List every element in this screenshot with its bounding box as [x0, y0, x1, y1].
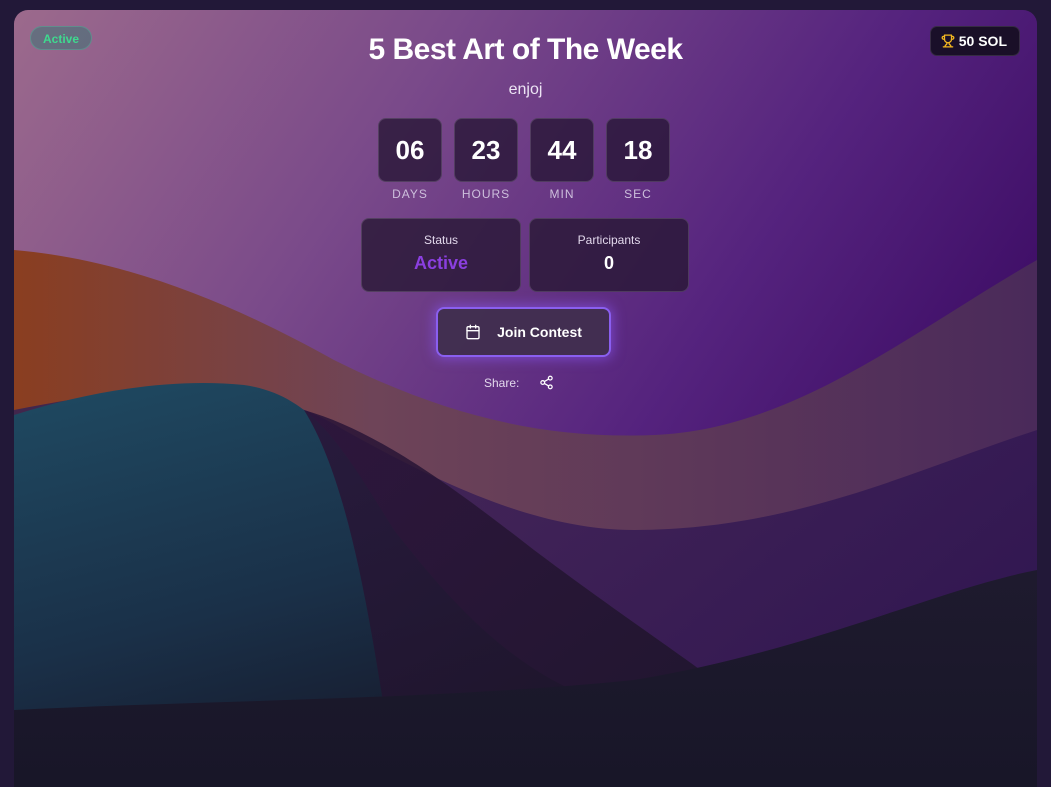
countdown-seconds: 18 SEC: [606, 118, 670, 201]
countdown-hours: 23 HOURS: [454, 118, 518, 201]
share-icon[interactable]: [539, 375, 554, 390]
countdown-minutes-label: MIN: [549, 187, 575, 201]
calendar-icon: [465, 324, 481, 340]
status-value: Active: [413, 253, 469, 273]
join-contest-button[interactable]: Join Contest: [436, 307, 611, 357]
countdown-hours-value: 23: [454, 118, 518, 182]
countdown-timer: 06 DAYS 23 HOURS 44 MIN 18 SEC: [378, 118, 670, 201]
participants-label: Participants: [577, 233, 641, 247]
contest-subtitle: enjoj: [508, 81, 543, 98]
status-label: Status: [423, 233, 459, 247]
countdown-seconds-label: SEC: [624, 187, 652, 201]
countdown-seconds-value: 18: [606, 118, 670, 182]
contest-card: Active 50 SOL 5 Best Art of The Week enj…: [14, 10, 1037, 787]
join-contest-label: Join Contest: [497, 324, 582, 340]
countdown-minutes-value: 44: [530, 118, 594, 182]
share-row: Share:: [484, 375, 554, 390]
countdown-days-label: DAYS: [392, 187, 428, 201]
share-label: Share:: [484, 375, 520, 390]
countdown-hours-label: HOURS: [461, 187, 511, 201]
countdown-days: 06 DAYS: [378, 118, 442, 201]
contest-title: 5 Best Art of The Week: [368, 33, 683, 66]
countdown-minutes: 44 MIN: [530, 118, 594, 201]
countdown-days-value: 06: [378, 118, 442, 182]
participants-count: 0: [603, 253, 614, 273]
page-frame: Active 50 SOL 5 Best Art of The Week enj…: [0, 0, 1051, 787]
status-card: Status Active: [361, 218, 521, 292]
participants-card: Participants 0: [529, 218, 689, 292]
